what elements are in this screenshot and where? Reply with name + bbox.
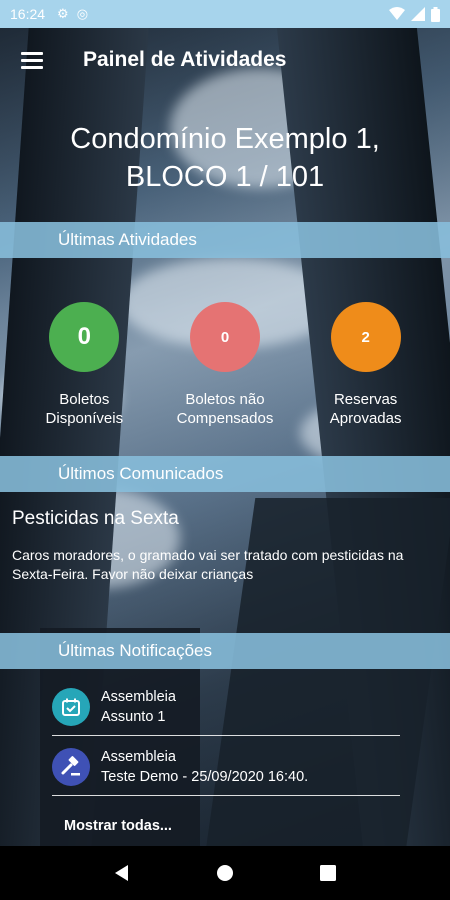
status-time: 16:24	[10, 6, 46, 22]
status-bar: 16:24 ⚙ ◎	[0, 0, 450, 28]
app-bar: Painel de Atividades	[0, 28, 450, 92]
home-icon[interactable]	[205, 853, 245, 893]
wifi-icon	[389, 7, 405, 20]
section-header-announcements: Últimos Comunicados	[0, 456, 450, 492]
stat-circle: 0	[49, 302, 120, 372]
stat-circle: 0	[189, 302, 260, 372]
notification-subtitle: Assunto 1	[101, 708, 166, 725]
recents-icon[interactable]	[308, 853, 348, 893]
battery-icon	[431, 6, 440, 22]
condominium-line-2: BLOCO 1 / 101	[125, 161, 325, 193]
stat-label: Reservas Aprovadas	[329, 391, 402, 427]
notification-subtitle: Teste Demo - 25/09/2020 16:40.	[101, 768, 309, 785]
navigation-bar	[0, 846, 450, 900]
section-header-activities: Últimas Atividades	[0, 222, 450, 258]
calendar-check-icon	[52, 687, 90, 726]
stat-available-bills[interactable]: 0 Boletos Disponíveis	[19, 302, 149, 428]
menu-icon[interactable]	[0, 28, 64, 92]
stat-label: Boletos não Compensados	[176, 391, 274, 427]
notification-title: Assembleia	[101, 748, 176, 765]
announcement-title[interactable]: Pesticidas na Sexta	[12, 508, 179, 530]
gavel-icon	[52, 747, 90, 786]
back-icon[interactable]	[102, 853, 142, 893]
notification-item[interactable]: Assembleia Teste Demo - 25/09/2020 16:40…	[52, 738, 400, 796]
stat-label: Boletos Disponíveis	[45, 391, 124, 427]
settings-icon: ⚙	[57, 6, 69, 21]
notification-title: Assembleia	[101, 688, 176, 705]
condominium-line-1: Condomínio Exemplo 1,	[70, 123, 380, 155]
condominium-name: Condomínio Exemplo 1, BLOCO 1 / 101	[0, 120, 450, 196]
stat-uncompensated-bills[interactable]: 0 Boletos não Compensados	[160, 302, 290, 428]
notification-item[interactable]: Assembleia Assunto 1	[52, 678, 400, 736]
stat-circle: 2	[330, 302, 401, 372]
announcement-body[interactable]: Caros moradores, o gramado vai ser trata…	[12, 546, 440, 584]
page-title: Painel de Atividades	[83, 48, 287, 71]
section-header-notifications: Últimas Notificações	[0, 633, 450, 669]
signal-icon	[411, 7, 425, 21]
activity-stats: 0 Boletos Disponíveis 0 Boletos não Comp…	[0, 302, 450, 428]
sync-icon: ◎	[76, 6, 89, 21]
stat-approved-reservations[interactable]: 2 Reservas Aprovadas	[301, 302, 431, 428]
show-all-link[interactable]: Mostrar todas...	[64, 818, 172, 834]
